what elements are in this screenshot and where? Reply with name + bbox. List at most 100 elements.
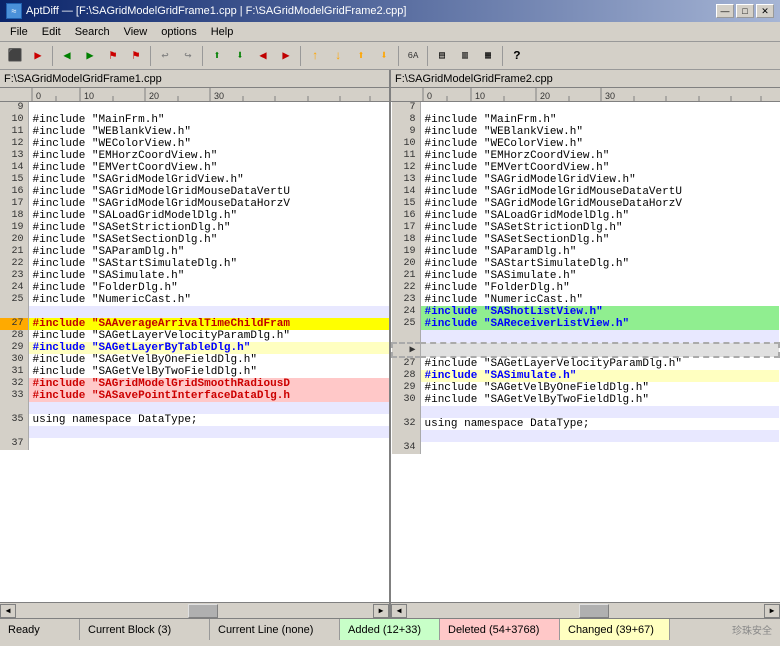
toolbar-separator-5 — [398, 46, 399, 66]
toolbar-down[interactable]: ⬇ — [229, 45, 251, 67]
table-row: 34 — [392, 442, 779, 454]
table-row: 22 #include "FolderDlg.h" — [392, 282, 779, 294]
status-ready-text: Ready — [8, 624, 40, 636]
table-row: 29 #include "SAGetVelByOneFieldDlg.h" — [392, 382, 779, 394]
table-row: 18 #include "SASetSectionDlg.h" — [392, 234, 779, 246]
right-scroll-left[interactable]: ◀ — [391, 604, 407, 618]
toolbar-help[interactable]: ? — [506, 45, 528, 67]
toolbar-separator-4 — [300, 46, 301, 66]
status-bar: Ready Current Block (3) Current Line (no… — [0, 618, 780, 640]
table-row: 15 #include "SAGridModelGridMouseDataHor… — [392, 198, 779, 210]
toolbar-compare[interactable]: 6A — [402, 45, 424, 67]
left-code-area[interactable]: 9 10 #include "MainFrm.h" 11 #include "W… — [0, 102, 389, 602]
left-pane-header: F:\SAGridModelGridFrame1.cpp — [0, 70, 389, 88]
title-bar-buttons: — □ ✕ — [716, 4, 774, 18]
table-row: 19 #include "SAParamDlg.h" — [392, 246, 779, 258]
table-row: 16 #include "SALoadGridModelDlg.h" — [392, 210, 779, 222]
toolbar-view2[interactable]: ▥ — [454, 45, 476, 67]
table-row: 25 #include "NumericCast.h" — [0, 294, 389, 306]
table-row: 28 #include "SASimulate.h" — [392, 370, 779, 382]
horizontal-scroll-bar: ◀ ▶ ◀ ▶ — [0, 602, 780, 618]
toolbar-view1[interactable]: ▤ — [431, 45, 453, 67]
table-row: 14 #include "EMVertCoordView.h" — [0, 162, 389, 174]
toolbar-up[interactable]: ⬆ — [206, 45, 228, 67]
left-scroll-left[interactable]: ◀ — [0, 604, 16, 618]
table-row-added: 25 #include "SAReceiverListView.h" — [392, 318, 779, 330]
toolbar-new[interactable]: ⬛ — [4, 45, 26, 67]
table-row: 32 using namespace DataType; — [392, 418, 779, 430]
table-row-current: 27 #include "SAAverageArrivalTimeChildFr… — [0, 318, 389, 330]
toolbar-redo[interactable]: ↪ — [177, 45, 199, 67]
table-row: 20 #include "SAStartSimulateDlg.h" — [392, 258, 779, 270]
table-row: 30 #include "SAGetVelByOneFieldDlg.h" — [0, 354, 389, 366]
svg-text:20: 20 — [540, 91, 550, 101]
maximize-button[interactable]: □ — [736, 4, 754, 18]
status-added-text: Added (12+33) — [348, 624, 421, 636]
toolbar-left-arrow[interactable]: ◀ — [252, 45, 274, 67]
toolbar-move-up[interactable]: ↑ — [304, 45, 326, 67]
table-row: 16 #include "SAGridModelGridMouseDataVer… — [0, 186, 389, 198]
status-deleted: Deleted (54+3768) — [440, 619, 560, 640]
toolbar-right-arrow[interactable]: ▶ — [275, 45, 297, 67]
toolbar-flag[interactable]: ⚑ — [102, 45, 124, 67]
right-code-area[interactable]: 7 8 #include "MainFrm.h" 9 #include "WEB… — [391, 102, 780, 602]
table-row: 29 #include "SAGetLayerByTableDlg.h" — [0, 342, 389, 354]
left-hscrollbar[interactable]: ◀ ▶ — [0, 603, 391, 618]
right-hscrollbar[interactable]: ◀ ▶ — [391, 603, 780, 618]
menu-edit[interactable]: Edit — [36, 25, 67, 39]
table-row — [392, 406, 779, 418]
table-row: 27 #include "SAGetLayerVelocityParamDlg.… — [392, 357, 779, 370]
svg-text:30: 30 — [214, 91, 224, 101]
right-pane-header: F:\SAGridModelGridFrame2.cpp — [391, 70, 780, 88]
menu-help[interactable]: Help — [205, 25, 240, 39]
menu-search[interactable]: Search — [69, 25, 116, 39]
table-row — [392, 330, 779, 343]
toolbar-undo[interactable]: ↩ — [154, 45, 176, 67]
toolbar-move-all-down[interactable]: ⬇ — [373, 45, 395, 67]
logo-text: 珍珠安全 — [732, 622, 772, 637]
toolbar-next-diff[interactable]: ▶ — [79, 45, 101, 67]
status-block: Current Block (3) — [80, 619, 210, 640]
window-title: AptDiff — [F:\SAGridModelGridFrame1.cpp … — [26, 5, 406, 17]
toolbar-view3[interactable]: ▦ — [477, 45, 499, 67]
close-button[interactable]: ✕ — [756, 4, 774, 18]
status-line-text: Current Line (none) — [218, 624, 313, 636]
app-icon: ≈ — [6, 3, 22, 19]
table-row: 20 #include "SASetSectionDlg.h" — [0, 234, 389, 246]
toolbar-open[interactable]: ▶ — [27, 45, 49, 67]
table-row: 12 #include "EMVertCoordView.h" — [392, 162, 779, 174]
table-row — [0, 426, 389, 438]
status-block-text: Current Block (3) — [88, 624, 171, 636]
toolbar-prev-diff[interactable]: ◀ — [56, 45, 78, 67]
right-scroll-right[interactable]: ▶ — [764, 604, 780, 618]
right-ruler: 0 10 20 30 — [391, 88, 780, 102]
menu-file[interactable]: File — [4, 25, 34, 39]
table-row: 15 #include "SAGridModelGridView.h" — [0, 174, 389, 186]
table-row — [0, 402, 389, 414]
left-scroll-right[interactable]: ▶ — [373, 604, 389, 618]
svg-text:10: 10 — [475, 91, 485, 101]
table-row: 28 #include "SAGetLayerVelocityParamDlg.… — [0, 330, 389, 342]
menu-view[interactable]: View — [118, 25, 154, 39]
right-scroll-thumb[interactable] — [579, 604, 609, 618]
menu-options[interactable]: options — [155, 25, 202, 39]
table-row-marker: ▶ — [392, 343, 779, 357]
minimize-button[interactable]: — — [716, 4, 734, 18]
main-content: F:\SAGridModelGridFrame1.cpp 0 10 20 30 — [0, 70, 780, 602]
table-row: 11 #include "WEBlankView.h" — [0, 126, 389, 138]
toolbar-flag2[interactable]: ⚑ — [125, 45, 147, 67]
toolbar-move-all-up[interactable]: ⬆ — [350, 45, 372, 67]
table-row: 19 #include "SASetStrictionDlg.h" — [0, 222, 389, 234]
table-row: 14 #include "SAGridModelGridMouseDataVer… — [392, 186, 779, 198]
left-pane: F:\SAGridModelGridFrame1.cpp 0 10 20 30 — [0, 70, 391, 602]
toolbar-separator-6 — [427, 46, 428, 66]
table-row — [392, 430, 779, 442]
table-row-added: 24 #include "SAShotListView.h" — [392, 306, 779, 318]
table-row: 23 #include "SASimulate.h" — [0, 270, 389, 282]
left-scroll-thumb[interactable] — [188, 604, 218, 618]
toolbar-separator-3 — [202, 46, 203, 66]
menu-bar: File Edit Search View options Help — [0, 22, 780, 42]
toolbar-move-down[interactable]: ↓ — [327, 45, 349, 67]
table-row: 30 #include "SAGetVelByTwoFieldDlg.h" — [392, 394, 779, 406]
table-row: 17 #include "SASetStrictionDlg.h" — [392, 222, 779, 234]
